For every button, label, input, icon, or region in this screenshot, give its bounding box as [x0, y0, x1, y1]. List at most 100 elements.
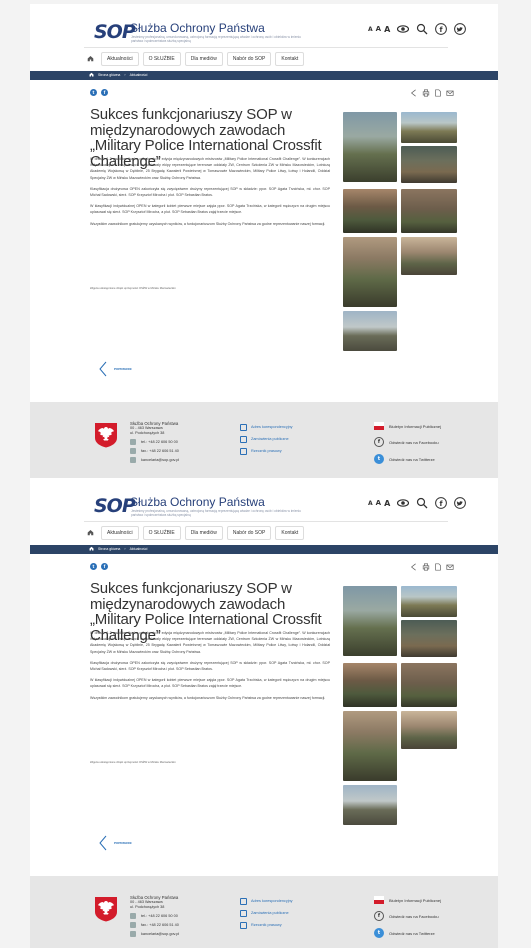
nav-item-kontakt[interactable]: Kontakt — [275, 525, 305, 540]
twitter-share-icon[interactable]: t — [90, 89, 97, 96]
breadcrumb-item-home[interactable]: Strona główna — [98, 73, 120, 77]
breadcrumb-item-home[interactable]: Strona główna — [98, 547, 120, 551]
article-tools — [410, 563, 454, 571]
facebook-icon[interactable]: f — [435, 497, 448, 509]
footer-phone[interactable]: tel.: +48 22 606 50 00 — [141, 440, 178, 445]
brand-name[interactable]: Służba Ochrony Państwa — [130, 495, 265, 509]
facebook-link[interactable]: f Odwiedź nas na Facebooku — [374, 911, 441, 921]
gallery-photo[interactable] — [343, 663, 397, 707]
sop-logo[interactable]: SOP — [94, 495, 136, 517]
nav-item-aktualnosci[interactable]: Aktualności — [101, 51, 139, 66]
nav-item-nabor[interactable]: Nabór do SOP — [226, 525, 272, 540]
polish-eagle-emblem — [95, 423, 117, 448]
footer-link-label: Adres korespondencyjny — [251, 425, 293, 429]
footer-link[interactable]: Zamówienia publiczne — [240, 910, 293, 917]
home-icon[interactable] — [84, 526, 97, 539]
footer-link[interactable]: Rzecznik prasowy — [240, 448, 293, 455]
gallery-photo[interactable] — [401, 237, 457, 275]
gallery-photo[interactable] — [343, 311, 397, 351]
bip-icon — [374, 422, 384, 430]
font-size-medium[interactable]: A — [376, 25, 381, 33]
article-paragraph: Wszystkim zawodnikom gratulujemy uzyskan… — [90, 695, 326, 700]
twitter-link[interactable]: t Odwiedź nas na Twitterze — [374, 928, 441, 938]
breadcrumb-home-icon[interactable] — [89, 72, 94, 77]
footer-link-label: Rzecznik prasowy — [251, 449, 282, 453]
article-paragraph: W dniach 1-3 października br. odbyła się… — [90, 631, 330, 654]
email-icon[interactable] — [446, 89, 454, 97]
breadcrumb-item-current[interactable]: Aktualności — [130, 73, 148, 77]
nav-item-o-sluzbie[interactable]: O SŁUŻBIE — [142, 525, 181, 540]
font-size-large[interactable]: A — [384, 499, 390, 508]
svg-text:f: f — [440, 500, 444, 508]
article-social: t f — [90, 89, 108, 96]
bip-link[interactable]: Biuletyn Informacji Publicznej — [374, 422, 441, 430]
search-icon[interactable] — [416, 23, 428, 35]
footer-link[interactable]: Adres korespondencyjny — [240, 898, 293, 905]
twitter-icon[interactable] — [454, 23, 467, 35]
header-tools: A A A f — [368, 496, 467, 510]
print-icon[interactable] — [422, 563, 430, 571]
gallery-photo[interactable] — [343, 112, 397, 182]
page-copy: SOP Służba Ochrony Państwa Jesteśmy prof… — [30, 4, 498, 478]
logo-text: SOP — [94, 495, 136, 517]
twitter-icon[interactable] — [454, 497, 467, 509]
previous-article-link[interactable]: POPRZEDNI — [98, 835, 132, 851]
twitter-icon: t — [374, 928, 384, 938]
article-tools — [410, 89, 454, 97]
gallery-photo[interactable] — [343, 785, 397, 825]
footer-link[interactable]: Rzecznik prasowy — [240, 922, 293, 929]
article-paragraph: Wszystkim zawodnikom gratulujemy uzyskan… — [90, 221, 326, 226]
facebook-icon[interactable]: f — [435, 23, 448, 35]
share-icon[interactable] — [410, 89, 418, 97]
pdf-icon[interactable] — [434, 563, 442, 571]
gallery-photo[interactable] — [401, 663, 457, 707]
nav-item-o-sluzbie[interactable]: O SŁUŻBIE — [142, 51, 181, 66]
nav-item-nabor[interactable]: Nabór do SOP — [226, 51, 272, 66]
footer-link[interactable]: Adres korespondencyjny — [240, 424, 293, 431]
twitter-link[interactable]: t Odwiedź nas na Twitterze — [374, 454, 441, 464]
previous-article-link[interactable]: POPRZEDNI — [98, 361, 132, 377]
footer-email[interactable]: kancelaria@sop.gov.pl — [141, 458, 179, 463]
sop-logo[interactable]: SOP — [94, 21, 136, 43]
font-size-small[interactable]: A — [368, 500, 373, 507]
pdf-icon[interactable] — [434, 89, 442, 97]
search-icon[interactable] — [416, 497, 428, 509]
font-size-medium[interactable]: A — [376, 499, 381, 507]
font-size-small[interactable]: A — [368, 26, 373, 33]
gallery-photo[interactable] — [401, 112, 457, 143]
print-icon[interactable] — [422, 89, 430, 97]
nav-item-dla-mediow[interactable]: Dla mediów — [184, 525, 223, 540]
gallery-photo[interactable] — [401, 146, 457, 183]
gallery-photo[interactable] — [401, 586, 457, 617]
nav-item-dla-mediow[interactable]: Dla mediów — [184, 51, 223, 66]
gallery-photo[interactable] — [401, 620, 457, 657]
gallery-photo[interactable] — [343, 237, 397, 307]
footer-email[interactable]: kancelaria@sop.gov.pl — [141, 932, 179, 937]
gallery-photo[interactable] — [401, 711, 457, 749]
contrast-eye-icon[interactable] — [397, 497, 410, 509]
facebook-share-icon[interactable]: f — [101, 89, 108, 96]
bip-link[interactable]: Biuletyn Informacji Publicznej — [374, 896, 441, 904]
email-icon[interactable] — [446, 563, 454, 571]
breadcrumb-separator: › — [124, 72, 126, 77]
nav-item-aktualnosci[interactable]: Aktualności — [101, 525, 139, 540]
footer-phone[interactable]: tel.: +48 22 606 50 00 — [141, 914, 178, 919]
twitter-share-icon[interactable]: t — [90, 563, 97, 570]
gallery-photo[interactable] — [343, 586, 397, 656]
facebook-share-icon[interactable]: f — [101, 563, 108, 570]
article-social: t f — [90, 563, 108, 570]
gallery-photo[interactable] — [343, 189, 397, 233]
home-icon[interactable] — [84, 52, 97, 65]
font-size-large[interactable]: A — [384, 25, 390, 34]
footer-link[interactable]: Zamówienia publiczne — [240, 436, 293, 443]
breadcrumb-home-icon[interactable] — [89, 546, 94, 551]
gallery-photo[interactable] — [343, 711, 397, 781]
gallery-photo[interactable] — [401, 189, 457, 233]
facebook-link[interactable]: f Odwiedź nas na Facebooku — [374, 437, 441, 447]
brand-name[interactable]: Służba Ochrony Państwa — [130, 21, 265, 35]
article-body: W dniach 1-3 października br. odbyła się… — [90, 630, 330, 706]
share-icon[interactable] — [410, 563, 418, 571]
breadcrumb-item-current[interactable]: Aktualności — [130, 547, 148, 551]
nav-item-kontakt[interactable]: Kontakt — [275, 51, 305, 66]
contrast-eye-icon[interactable] — [397, 23, 410, 35]
